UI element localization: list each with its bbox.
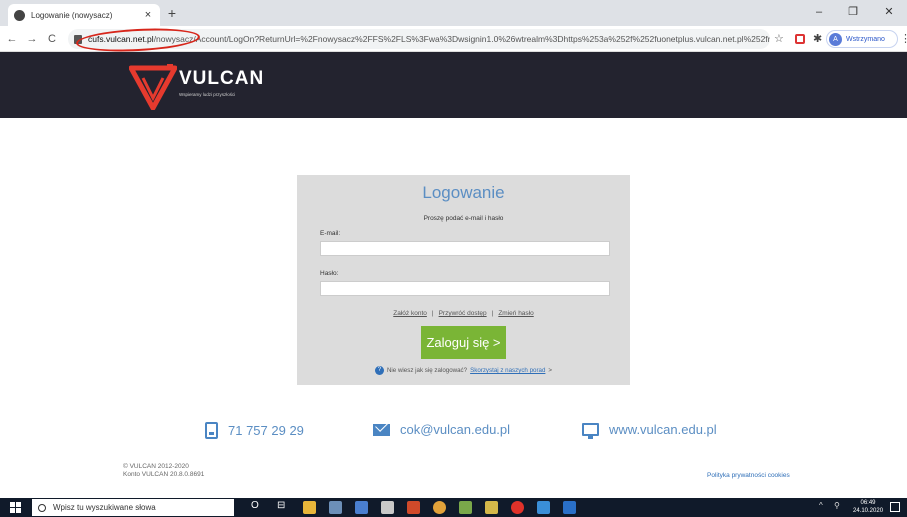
login-subtitle: Proszę podać e-mail i hasło bbox=[423, 215, 504, 222]
app-icon[interactable] bbox=[329, 501, 342, 514]
tray-chevron-icon[interactable]: ^ bbox=[819, 501, 823, 510]
close-window-button[interactable]: ✕ bbox=[878, 3, 900, 21]
browser-tab-bar: Logowanie (nowysacz) × + – ❐ ✕ bbox=[0, 0, 907, 26]
vulcan-logo-icon[interactable] bbox=[129, 64, 177, 110]
login-panel: Logowanie Proszę podać e-mail i hasło E-… bbox=[297, 175, 630, 385]
help-row: ? Nie wiesz jak się zalogować? Skorzysta… bbox=[297, 366, 630, 375]
favicon-icon bbox=[14, 9, 25, 21]
phone-number: 71 757 29 29 bbox=[228, 423, 304, 438]
new-tab-button[interactable]: + bbox=[164, 4, 180, 22]
email-label: E-mail: bbox=[320, 230, 341, 237]
mail-icon[interactable] bbox=[537, 501, 550, 514]
minimize-button[interactable]: – bbox=[808, 3, 830, 21]
change-password-link[interactable]: Zmień hasło bbox=[498, 310, 533, 317]
password-field[interactable] bbox=[320, 281, 610, 296]
site-header: VULCAN Wspieramy ludzi przyszłości bbox=[0, 52, 907, 118]
photos-icon[interactable] bbox=[563, 501, 576, 514]
task-view-icon[interactable]: ⊟ bbox=[277, 500, 285, 511]
login-title: Logowanie bbox=[422, 183, 505, 202]
phone-icon bbox=[205, 422, 218, 439]
account-links: Załóż konto | Przywróć dostęp | Zmień hasło bbox=[297, 310, 630, 317]
windows-taskbar: Wpisz tu wyszukiwane słowa O ⊟ ^ ⚲ 06:49… bbox=[0, 498, 907, 517]
store-icon[interactable] bbox=[381, 501, 394, 514]
website-link[interactable]: www.vulcan.edu.pl bbox=[609, 422, 717, 437]
create-account-link[interactable]: Załóż konto bbox=[393, 310, 427, 317]
windows-start-icon[interactable] bbox=[10, 502, 21, 513]
browser-tab[interactable]: Logowanie (nowysacz) × bbox=[8, 4, 160, 26]
back-arrow-icon[interactable]: ← bbox=[4, 33, 20, 45]
privacy-cookies-link[interactable]: Polityka prywatności cookies bbox=[707, 472, 790, 479]
logo-text: VULCAN bbox=[179, 68, 265, 89]
network-icon[interactable]: ⚲ bbox=[834, 501, 840, 510]
reload-icon[interactable]: C bbox=[44, 33, 60, 45]
extension-icon[interactable] bbox=[795, 34, 805, 44]
contact-email[interactable]: cok@vulcan.edu.pl bbox=[400, 422, 510, 437]
tab-title: Logowanie (nowysacz) bbox=[31, 10, 113, 20]
logo-tagline: Wspieramy ludzi przyszłości bbox=[179, 92, 236, 97]
password-label: Hasło: bbox=[320, 270, 339, 277]
email-field[interactable] bbox=[320, 241, 610, 256]
email-contact[interactable]: cok@vulcan.edu.pl bbox=[373, 422, 510, 437]
restore-button[interactable]: ❐ bbox=[842, 3, 864, 21]
clock-time: 06:49 bbox=[860, 500, 876, 506]
taskbar-search-box[interactable]: Wpisz tu wyszukiwane słowa bbox=[32, 499, 234, 516]
profile-status-label: Wstrzymano bbox=[846, 35, 885, 43]
chrome-icon[interactable] bbox=[433, 501, 446, 514]
cortana-icon[interactable]: O bbox=[251, 500, 259, 511]
envelope-icon bbox=[373, 423, 390, 436]
taskbar-clock[interactable]: 06:49 24.10.2020 bbox=[853, 499, 883, 515]
search-icon bbox=[38, 503, 46, 512]
file-explorer-icon[interactable] bbox=[303, 501, 316, 514]
help-text: Nie wiesz jak się zalogować? bbox=[386, 367, 468, 374]
forward-arrow-icon[interactable]: → bbox=[24, 33, 40, 45]
puzzle-extensions-icon[interactable]: ✱ bbox=[813, 32, 822, 45]
app-icon[interactable] bbox=[355, 501, 368, 514]
website-contact[interactable]: www.vulcan.edu.pl bbox=[582, 422, 717, 439]
monitor-icon bbox=[582, 423, 599, 439]
notes-icon[interactable] bbox=[485, 501, 498, 514]
phone-contact: 71 757 29 29 bbox=[205, 422, 304, 439]
help-question-icon: ? bbox=[374, 366, 384, 375]
notification-icon[interactable] bbox=[890, 502, 900, 512]
clock-date: 24.10.2020 bbox=[853, 508, 884, 514]
office-icon[interactable] bbox=[407, 501, 420, 514]
help-arrow: > bbox=[548, 367, 553, 374]
version-text: Konto VULCAN 20.8.0.8691 bbox=[123, 471, 205, 478]
close-tab-icon[interactable]: × bbox=[142, 9, 154, 21]
login-button[interactable]: Zaloguj się > bbox=[421, 326, 506, 359]
search-placeholder: Wpisz tu wyszukiwane słowa bbox=[53, 503, 156, 512]
copyright-text: © VULCAN 2012-2020 bbox=[123, 463, 189, 470]
browser-menu-icon[interactable]: ⋮ bbox=[900, 32, 907, 45]
link-separator: | bbox=[491, 310, 494, 317]
app-icon[interactable] bbox=[459, 501, 472, 514]
profile-button[interactable]: A Wstrzymano bbox=[826, 30, 898, 48]
help-link[interactable]: Skorzystaj z naszych porad bbox=[470, 367, 545, 374]
opera-icon[interactable] bbox=[511, 501, 524, 514]
avatar: A bbox=[829, 32, 842, 46]
link-separator: | bbox=[431, 310, 434, 317]
restore-access-link[interactable]: Przywróć dostęp bbox=[439, 310, 487, 317]
bookmark-star-icon[interactable]: ☆ bbox=[774, 32, 784, 45]
footer-info: © VULCAN 2012-2020 Konto VULCAN 20.8.0.8… bbox=[123, 463, 204, 479]
